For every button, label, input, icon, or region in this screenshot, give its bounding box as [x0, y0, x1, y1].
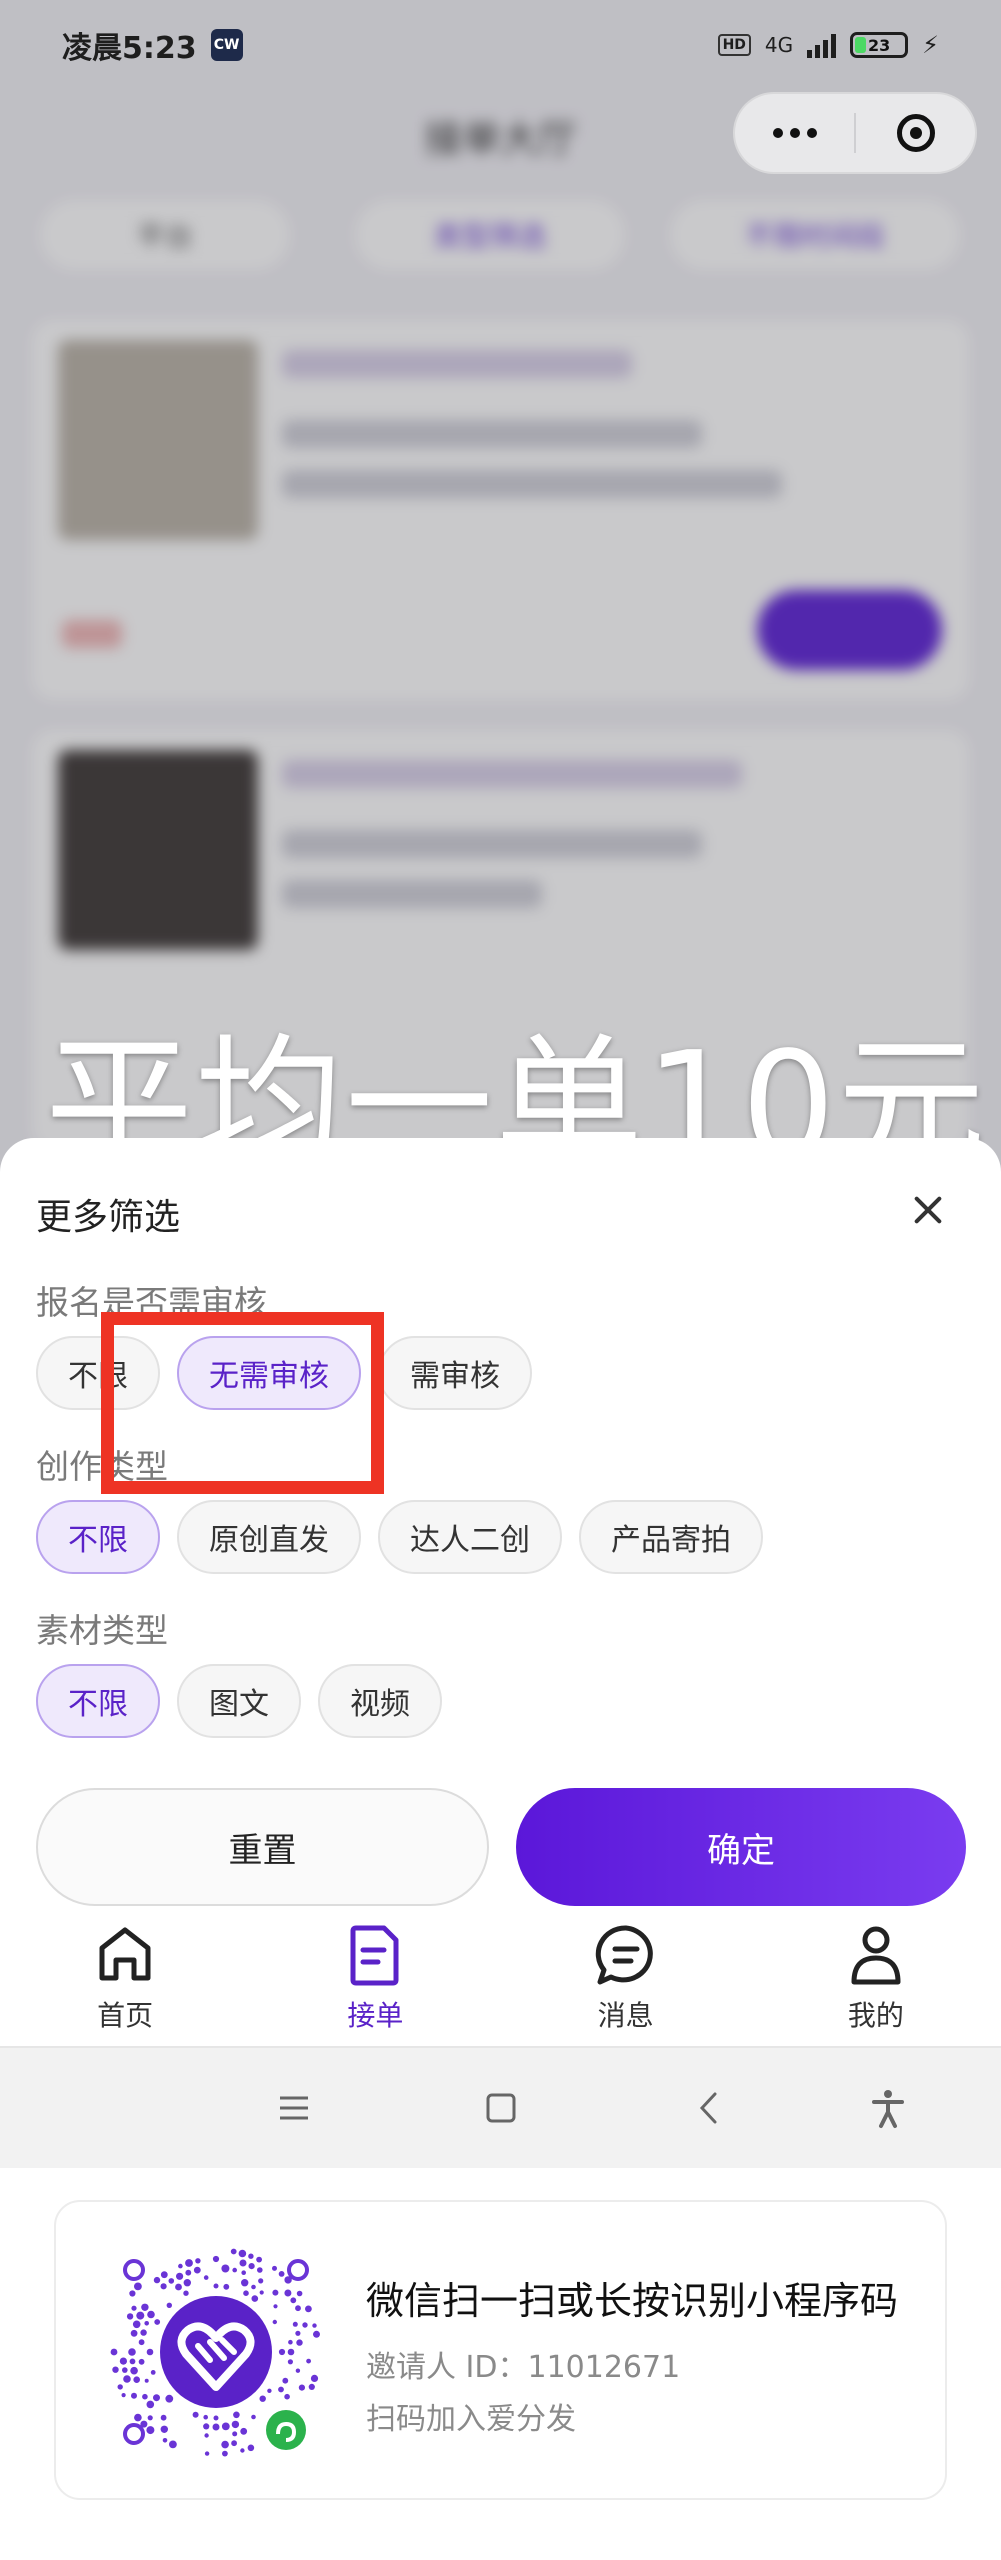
filter-options-material-type: 不限 图文 视频: [36, 1664, 442, 1738]
miniprogram-share-card: 微信扫一扫或长按识别小程序码 邀请人 ID：11012671 扫码加入爱分发: [54, 2200, 947, 2500]
filter-options-creation-type: 不限 原创直发 达人二创 产品寄拍: [36, 1500, 763, 1574]
sheet-actions: 重置 确定: [36, 1788, 966, 1906]
person-icon: [851, 1926, 901, 1985]
battery-level: 23: [868, 35, 891, 55]
accessibility-icon: [872, 2090, 904, 2128]
network-type: 4G: [764, 33, 794, 57]
miniprogram-code-icon[interactable]: [106, 2242, 326, 2462]
filter-chip[interactable]: 不限: [36, 1500, 160, 1574]
tab-profile[interactable]: 我的: [751, 1908, 1001, 2046]
filter-chip[interactable]: 视频: [318, 1664, 442, 1738]
battery-icon: 23: [850, 32, 909, 58]
tab-orders[interactable]: 接单: [250, 1908, 500, 2046]
tab-messages[interactable]: 消息: [501, 1908, 751, 2046]
filter-group-label: 创作类型: [36, 1447, 168, 1486]
notification-app-icon: CW: [210, 29, 243, 61]
more-icon[interactable]: [735, 128, 854, 138]
home-button[interactable]: [471, 2078, 531, 2138]
reset-button[interactable]: 重置: [36, 1788, 489, 1906]
target-icon: [896, 114, 935, 152]
order-document-icon: [350, 1925, 399, 1986]
tab-label: 首页: [97, 1999, 154, 2032]
filter-chip[interactable]: 原创直发: [177, 1500, 361, 1574]
filter-group-label: 报名是否需审核: [36, 1283, 267, 1322]
filter-chip[interactable]: 不限: [36, 1664, 160, 1738]
filter-group-label: 素材类型: [36, 1611, 168, 1650]
filter-chip[interactable]: 图文: [177, 1664, 301, 1738]
share-card-title: 微信扫一扫或长按识别小程序码: [366, 2279, 899, 2323]
tab-label: 消息: [597, 1999, 654, 2032]
system-navigation-bar: [0, 2048, 1001, 2168]
tab-home[interactable]: 首页: [0, 1908, 250, 2046]
status-bar: 凌晨5:23 CW HD 4G 23 ⚡: [0, 0, 1001, 90]
hd-badge: HD: [717, 34, 751, 56]
back-arrow-icon: [699, 2092, 717, 2124]
home-icon: [99, 1927, 151, 1981]
tab-label: 我的: [847, 1999, 904, 2032]
filter-chip[interactable]: 无需审核: [177, 1336, 361, 1410]
miniprogram-capsule: [733, 92, 977, 174]
bottom-tab-bar: 首页 接单 消息 我的: [0, 1908, 1001, 2048]
filter-options-review: 不限 无需审核 需审核: [36, 1336, 532, 1410]
filter-chip[interactable]: 需审核: [378, 1336, 532, 1410]
more-filters-sheet: 更多筛选 报名是否需审核 不限 无需审核 需审核 创作类型 不限 原创直发 达人二创 产品…: [0, 1138, 1001, 1908]
filter-chip[interactable]: 产品寄拍: [579, 1500, 763, 1574]
charging-icon: ⚡: [922, 31, 939, 59]
share-hint: 扫码加入爱分发: [366, 2402, 576, 2437]
accessibility-button[interactable]: [858, 2078, 918, 2138]
close-icon[interactable]: [908, 1190, 948, 1230]
close-miniprogram-button[interactable]: [856, 114, 975, 152]
sheet-title: 更多筛选: [36, 1197, 181, 1238]
status-time: 凌晨5:23: [62, 31, 197, 66]
confirm-button[interactable]: 确定: [516, 1788, 966, 1906]
menu-button[interactable]: [264, 2078, 324, 2138]
menu-icon: [280, 2096, 308, 2120]
filter-chip[interactable]: 不限: [36, 1336, 160, 1410]
square-home-icon: [486, 2093, 516, 2123]
message-bubble-icon: [595, 1925, 653, 1985]
filter-chip[interactable]: 达人二创: [378, 1500, 562, 1574]
signal-icon: [807, 32, 837, 58]
inviter-id: 邀请人 ID：11012671: [366, 2350, 681, 2385]
tab-label: 接单: [347, 1999, 404, 2032]
back-button[interactable]: [680, 2078, 740, 2138]
